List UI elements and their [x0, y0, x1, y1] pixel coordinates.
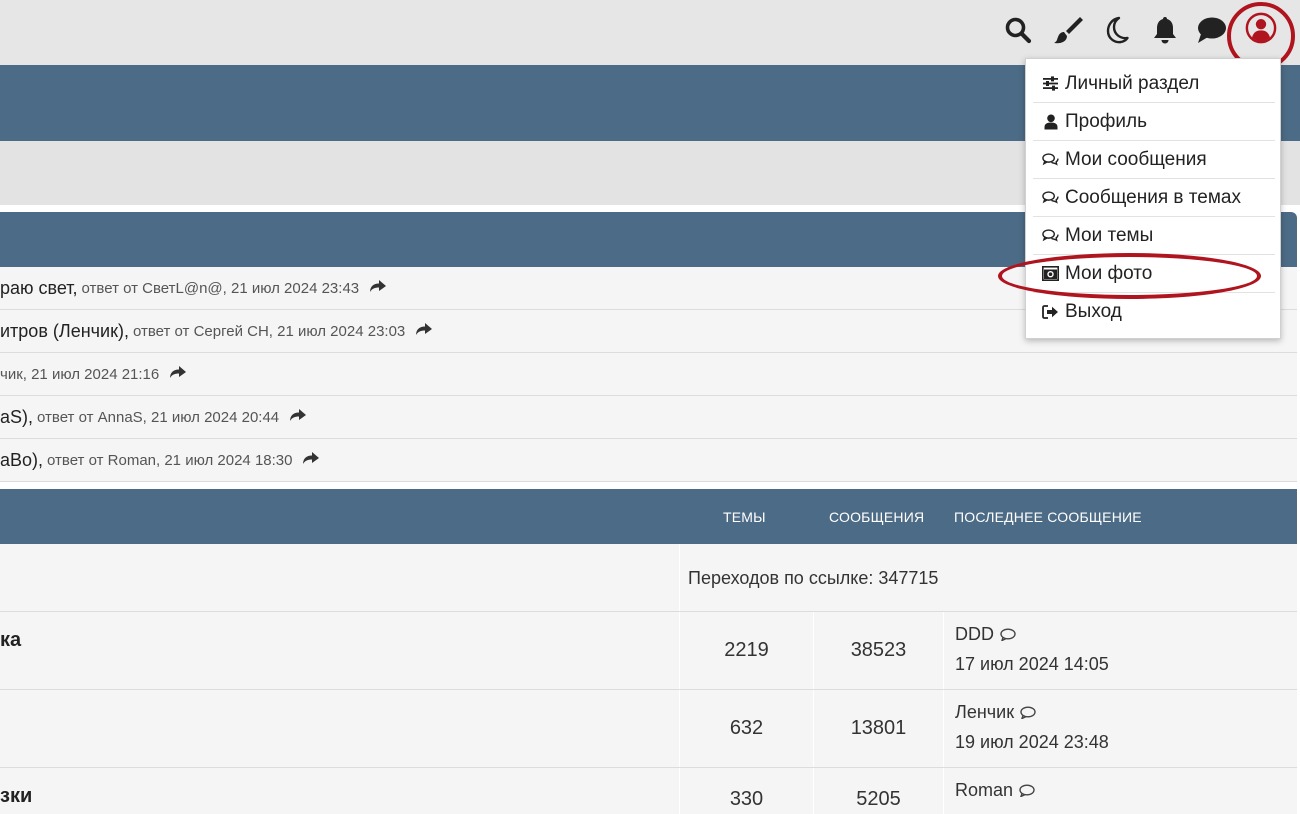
recent-post-row: aBo), ответ от Roman, 21 июл 2024 18:30 [0, 439, 1297, 482]
bell-icon[interactable] [1149, 14, 1181, 46]
menu-item-label: Мои фото [1065, 262, 1153, 284]
header-topics: ТЕМЫ [723, 509, 766, 525]
forum-name[interactable]: зки [0, 768, 679, 814]
chat-icon[interactable] [1196, 14, 1228, 46]
last-post-user-name[interactable]: Ленчик [955, 702, 1014, 722]
forum-name[interactable] [0, 690, 679, 767]
last-post: Roman [943, 768, 1297, 814]
last-post-user-name[interactable]: Roman [955, 780, 1013, 800]
recent-post-title[interactable]: итров (Ленчик), [0, 321, 129, 342]
reply-arrow-icon[interactable] [415, 322, 433, 341]
forum-name[interactable] [0, 544, 679, 611]
user-circle-icon[interactable] [1245, 12, 1277, 44]
last-post: DDD 17 июл 2024 14:05 [943, 612, 1297, 689]
last-post-user[interactable]: Ленчик [955, 702, 1036, 724]
last-post: Ленчик 19 июл 2024 23:48 [943, 690, 1297, 767]
last-post-date: 19 июл 2024 23:48 [955, 732, 1109, 752]
menu-item-my-photos[interactable]: Мои фото [1033, 255, 1275, 293]
comment-icon[interactable] [1000, 625, 1016, 646]
menu-item-personal-section[interactable]: Личный раздел [1033, 65, 1275, 103]
reply-arrow-icon[interactable] [169, 365, 187, 384]
recent-post-meta: ответ от Roman, 21 июл 2024 18:30 [47, 451, 293, 469]
sliders-icon [1042, 75, 1059, 92]
recent-post-title[interactable]: aBo), [0, 450, 43, 471]
forum-table: Переходов по ссылке: 347715 ка 2219 3852… [0, 544, 1297, 814]
forum-row: 632 13801 Ленчик 19 июл 2024 23:48 [0, 690, 1297, 768]
forum-row: ка 2219 38523 DDD 17 июл 2024 14:05 [0, 612, 1297, 690]
last-post-user[interactable]: Roman [955, 780, 1035, 802]
redirect-count: Переходов по ссылке: 347715 [688, 568, 939, 588]
menu-item-topic-messages[interactable]: Сообщения в темах [1033, 179, 1275, 217]
comments-icon [1042, 189, 1059, 206]
menu-item-label: Мои темы [1065, 224, 1154, 246]
recent-post-title[interactable]: aS), [0, 407, 33, 428]
comments-icon [1042, 151, 1059, 168]
camera-icon [1042, 265, 1059, 282]
menu-item-label: Личный раздел [1065, 72, 1200, 94]
last-post-user-name[interactable]: DDD [955, 624, 994, 644]
forum-name-label[interactable]: зки [0, 785, 32, 808]
recent-post-row: чик, 21 июл 2024 21:16 [0, 353, 1297, 396]
last-post-user[interactable]: DDD [955, 624, 1016, 646]
menu-item-my-messages[interactable]: Мои сообщения [1033, 141, 1275, 179]
last-post-date: 17 июл 2024 14:05 [955, 654, 1109, 674]
recent-post-meta: ответ от AnnaS, 21 июл 2024 20:44 [37, 408, 280, 426]
topics-count: 632 [679, 690, 813, 767]
brush-icon[interactable] [1052, 14, 1084, 46]
recent-post-row: aS), ответ от AnnaS, 21 июл 2024 20:44 [0, 396, 1297, 439]
topics-count: 2219 [679, 612, 813, 689]
messages-count: 13801 [813, 690, 943, 767]
forum-name[interactable]: ка [0, 612, 679, 689]
sign-out-icon [1042, 304, 1059, 321]
user-icon [1042, 113, 1059, 130]
header-messages: СООБЩЕНИЯ [829, 509, 925, 525]
comment-icon[interactable] [1020, 703, 1036, 724]
forum-row: зки 330 5205 Roman [0, 768, 1297, 814]
recent-post-meta: ответ от СветL@n@, 21 июл 2024 23:43 [81, 279, 360, 297]
menu-item-my-topics[interactable]: Мои темы [1033, 217, 1275, 255]
redirect-info: Переходов по ссылке: 347715 [679, 544, 1297, 611]
reply-arrow-icon[interactable] [369, 279, 387, 298]
menu-item-profile[interactable]: Профиль [1033, 103, 1275, 141]
messages-count: 38523 [813, 612, 943, 689]
forum-table-header: ТЕМЫ СООБЩЕНИЯ ПОСЛЕДНЕЕ СООБЩЕНИЕ [0, 489, 1297, 544]
moon-icon[interactable] [1101, 14, 1133, 46]
menu-item-label: Мои сообщения [1065, 148, 1207, 170]
comments-icon [1042, 227, 1059, 244]
comment-icon[interactable] [1019, 781, 1035, 802]
recent-post-meta: чик, 21 июл 2024 21:16 [0, 365, 160, 383]
menu-item-label: Сообщения в темах [1065, 186, 1241, 208]
search-icon[interactable] [1002, 14, 1034, 46]
messages-count: 5205 [813, 768, 943, 814]
topics-count: 330 [679, 768, 813, 814]
reply-arrow-icon[interactable] [302, 451, 320, 470]
recent-post-meta: ответ от Сергей СН, 21 июл 2024 23:03 [132, 322, 406, 340]
recent-post-title[interactable]: раю свет, [0, 278, 78, 299]
reply-arrow-icon[interactable] [289, 408, 307, 427]
forum-name-label[interactable]: ка [0, 629, 21, 652]
forum-row-redirect: Переходов по ссылке: 347715 [0, 544, 1297, 612]
menu-item-label: Выход [1065, 301, 1122, 322]
header-last-post: ПОСЛЕДНЕЕ СООБЩЕНИЕ [954, 509, 1142, 525]
menu-item-label: Профиль [1065, 110, 1148, 132]
menu-item-logout[interactable]: Выход [1033, 293, 1275, 331]
top-bar [0, 0, 1300, 65]
user-dropdown-menu: Личный раздел Профиль Мои сообщения Сооб… [1025, 58, 1281, 339]
